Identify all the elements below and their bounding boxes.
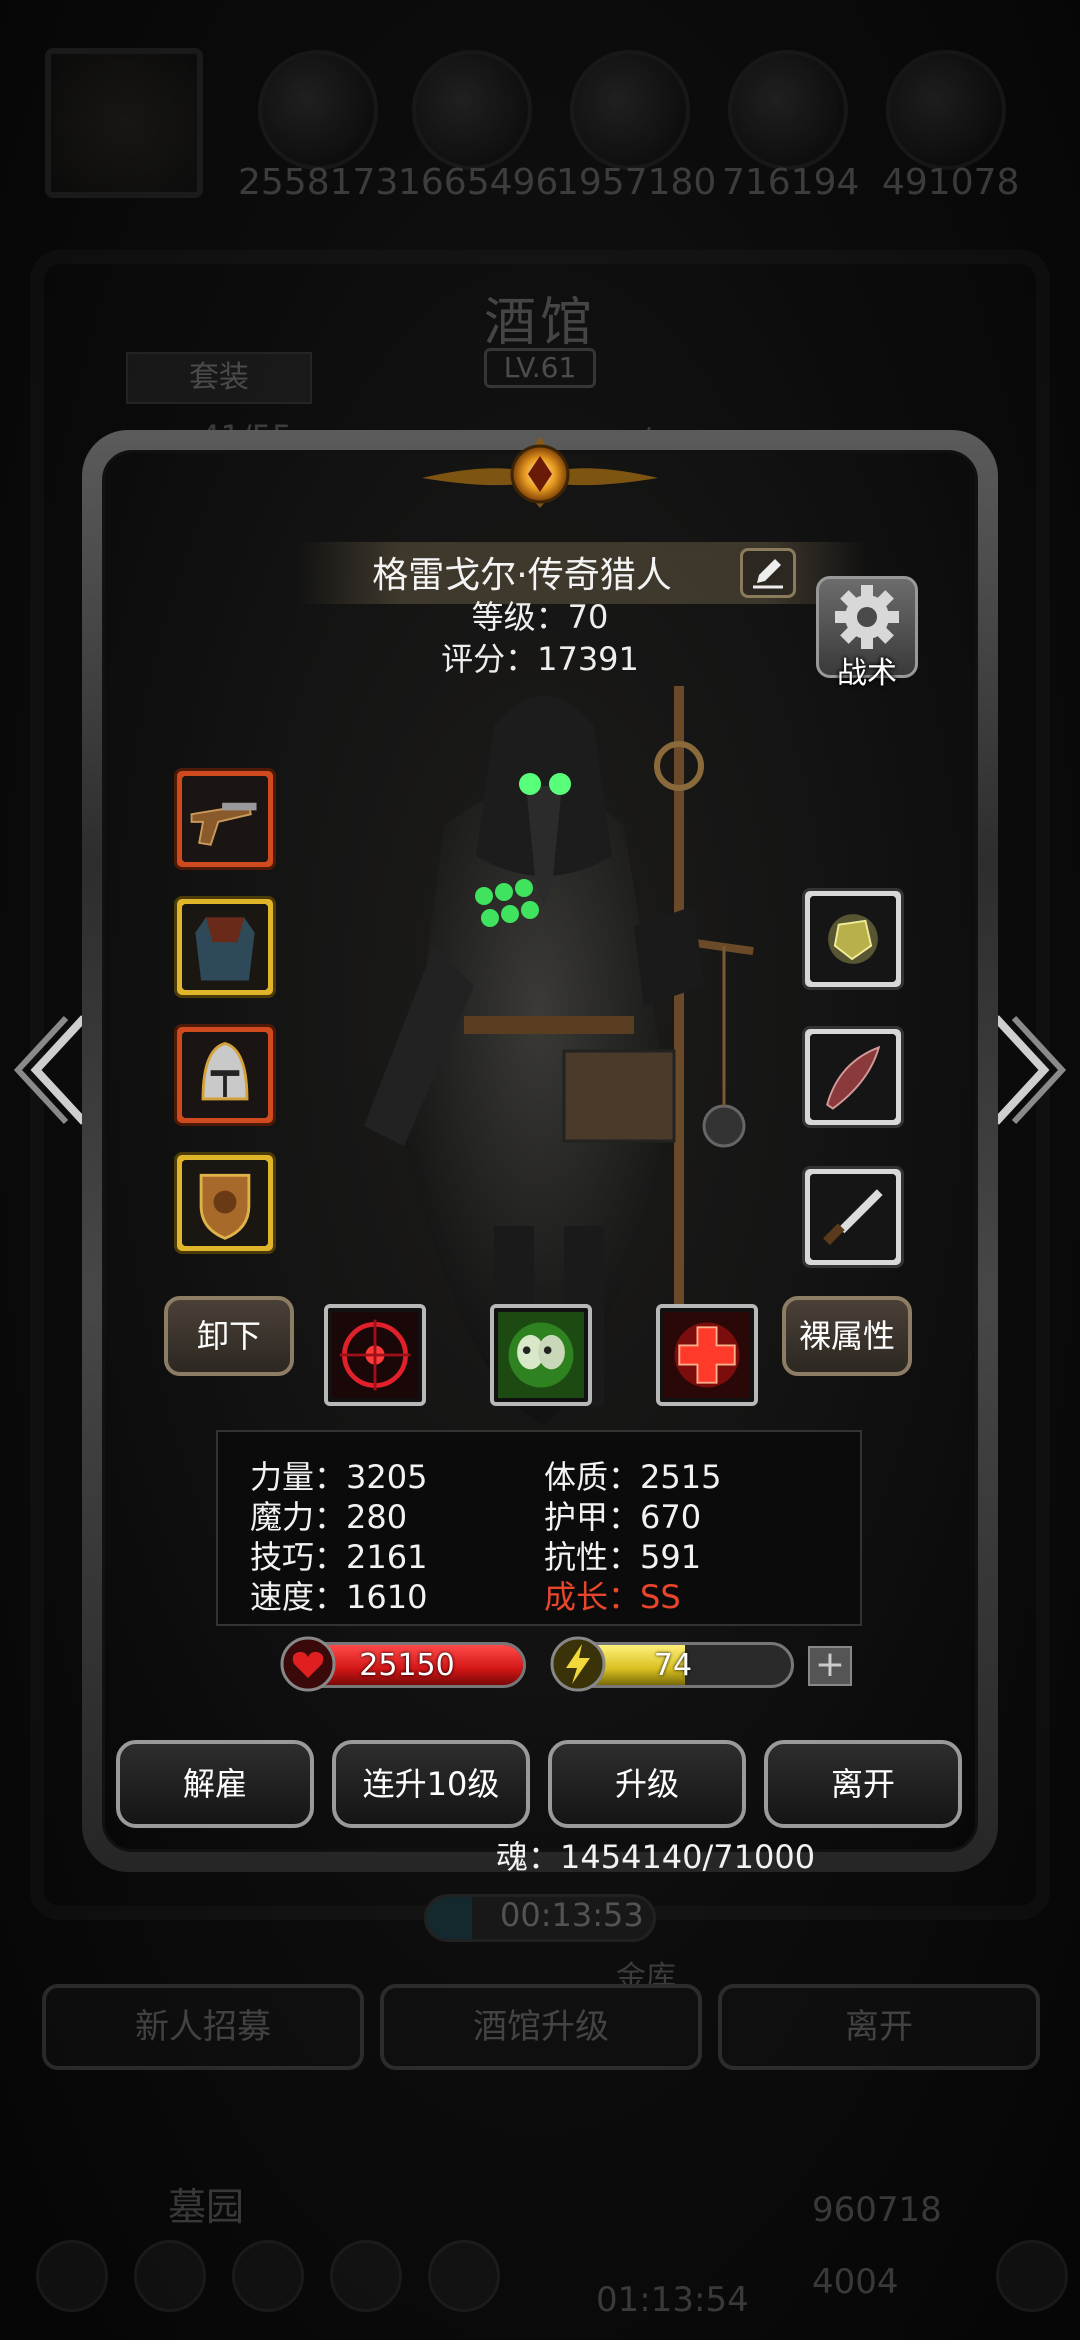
hero-name: 格雷戈尔·传奇猎人 [372, 555, 672, 596]
tavern-upgrade-button[interactable]: 酒馆升级 [380, 1984, 702, 2070]
base-attributes-button[interactable]: 裸属性 [782, 1296, 912, 1376]
lion-shield-icon [182, 1160, 268, 1246]
pencil-icon [753, 559, 783, 589]
cloak-armor-icon [182, 904, 268, 990]
tab-suit[interactable]: 套装 [126, 352, 312, 404]
soul-cost: 魂：1454140/71000 [496, 1838, 816, 1876]
skill-slot-3[interactable] [656, 1304, 758, 1406]
dismiss-button[interactable]: 解雇 [116, 1740, 314, 1828]
level-up-10-button[interactable]: 连升10级 [332, 1740, 530, 1828]
recruit-button[interactable]: 新人招募 [42, 1984, 364, 2070]
knight-helmet-icon [182, 1032, 268, 1118]
accessory-slot-3[interactable] [802, 1166, 904, 1268]
timer-text: 00:13:53 [500, 1896, 644, 1934]
resource-value: 2558173 [238, 162, 399, 203]
red-feather-icon [810, 1034, 896, 1120]
graveyard-label: 墓园 [168, 2185, 245, 2229]
tavern-title: 酒馆 [483, 293, 596, 353]
gear-icon [835, 585, 899, 649]
hero-detail-popup: 格雷戈尔·传奇猎人 等级：70 评分：17391 战术 卸下 裸属性 力量：32… [82, 430, 998, 1876]
yellow-gem-icon [810, 896, 896, 982]
helmet-slot[interactable] [174, 1024, 276, 1126]
stat-growth: 成长：SS [544, 1578, 681, 1616]
dagger-icon [810, 1174, 896, 1260]
skill-slot-1[interactable] [324, 1304, 426, 1406]
red-cross-icon [664, 1312, 750, 1398]
dock-icon[interactable] [996, 2240, 1068, 2312]
next-hero-arrow-icon[interactable] [986, 1010, 1066, 1130]
resource-value: 1957180 [556, 162, 717, 203]
lightning-icon [550, 1636, 606, 1692]
dock-icon[interactable] [330, 2240, 402, 2312]
unequip-button[interactable]: 卸下 [164, 1296, 294, 1376]
dock-timer: 01:13:54 [596, 2280, 749, 2320]
resource-icon-2 [412, 50, 532, 170]
tavern-level: LV.61 [484, 348, 596, 388]
level-up-button[interactable]: 升级 [548, 1740, 746, 1828]
dock-icon[interactable] [232, 2240, 304, 2312]
accessory-slot-1[interactable] [802, 888, 904, 990]
stat-speed: 速度：1610 [250, 1578, 428, 1616]
weapon-slot[interactable] [174, 768, 276, 870]
add-energy-button[interactable]: + [808, 1646, 852, 1686]
gold-value: 960718 [812, 2190, 942, 2230]
tavern-leave-button[interactable]: 离开 [718, 1984, 1040, 2070]
resource-icon-5 [886, 50, 1006, 170]
green-skull-icon [498, 1312, 584, 1398]
armor-slot[interactable] [174, 896, 276, 998]
dock-icon[interactable] [36, 2240, 108, 2312]
rename-button[interactable] [740, 548, 796, 598]
leave-button[interactable]: 离开 [764, 1740, 962, 1828]
resource-value: 1665496 [398, 162, 559, 203]
heart-icon [280, 1636, 336, 1692]
player-avatar [45, 48, 203, 198]
red-target-icon [332, 1312, 418, 1398]
resource-value: 716194 [722, 162, 860, 203]
gem-value: 4004 [812, 2262, 899, 2302]
dock-icon[interactable] [134, 2240, 206, 2312]
skill-slot-2[interactable] [490, 1304, 592, 1406]
accessory-slot-2[interactable] [802, 1026, 904, 1128]
resource-icon-4 [728, 50, 848, 170]
emblem-icon [422, 436, 658, 508]
flintlock-pistol-icon [182, 776, 268, 862]
resource-value: 491078 [882, 162, 1020, 203]
resource-icon-1 [258, 50, 378, 170]
shield-slot[interactable] [174, 1152, 276, 1254]
tactics-label: 战术 [837, 656, 897, 691]
stats-panel: 力量：3205 体质：2515 魔力：280 护甲：670 技巧：2161 抗性… [216, 1430, 862, 1626]
resource-icon-3 [570, 50, 690, 170]
dock-icon[interactable] [428, 2240, 500, 2312]
